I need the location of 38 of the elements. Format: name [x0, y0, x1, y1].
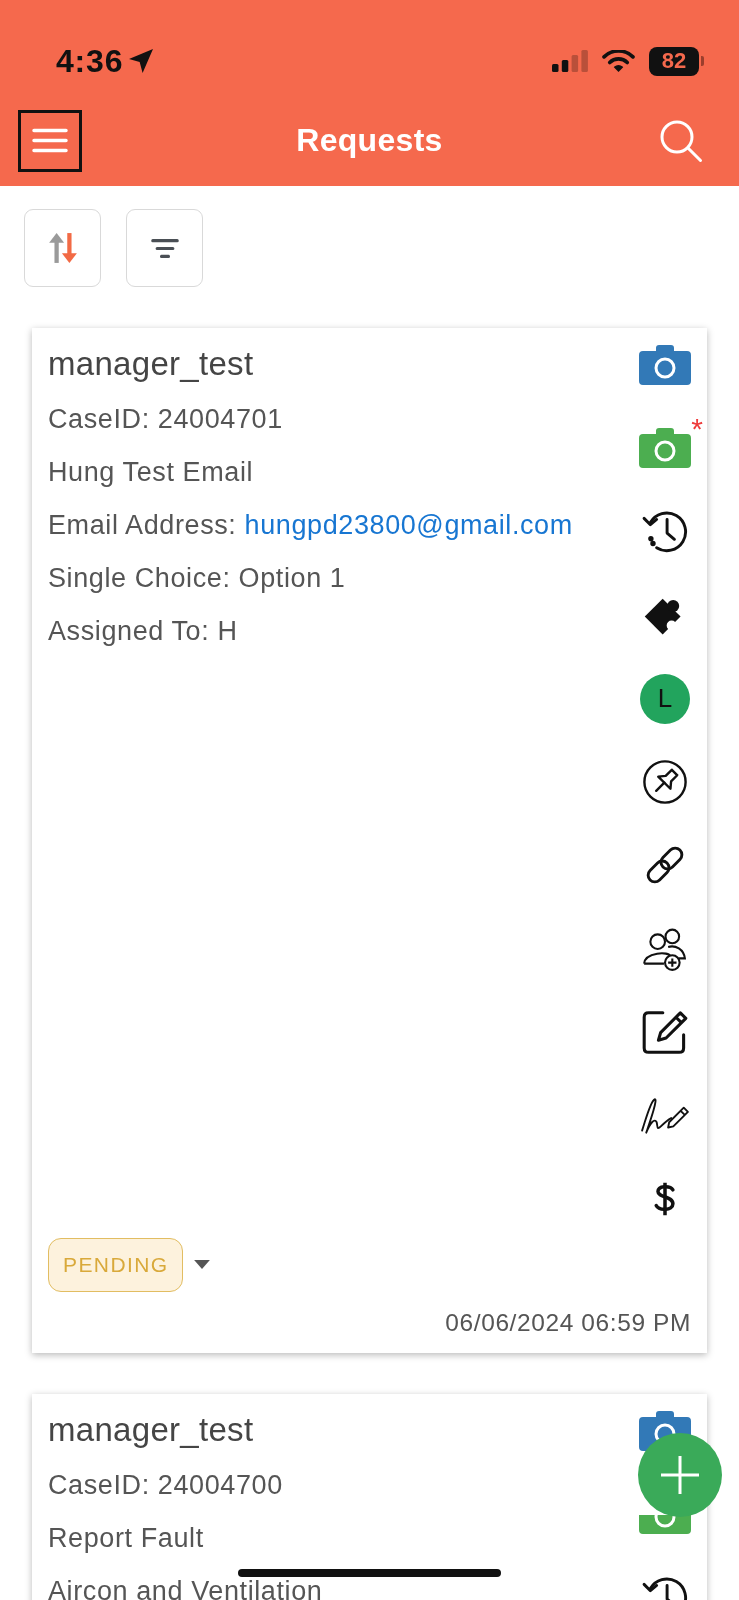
history-icon[interactable]	[642, 509, 688, 554]
required-mark: *	[691, 414, 703, 445]
status-time: 4:36	[56, 42, 124, 80]
page-title: Requests	[296, 122, 443, 159]
request-title: manager_test	[48, 1409, 254, 1450]
request-card[interactable]: manager_test CaseID: 24004700 Report Fault Aircon and Ventilation	[32, 1393, 707, 1600]
edit-icon[interactable]	[642, 1009, 688, 1056]
detail-text: CaseID: 24004701	[48, 406, 283, 433]
detail-text: CaseID: 24004700	[48, 1471, 283, 1499]
menu-button[interactable]	[18, 109, 82, 172]
sort-button[interactable]	[24, 209, 101, 287]
pin-icon[interactable]	[642, 758, 688, 805]
filter-icon[interactable]	[150, 237, 179, 259]
detail-text: Hung Test Email	[48, 459, 254, 486]
signature-icon[interactable]	[640, 1096, 690, 1135]
camera-icon[interactable]	[639, 1515, 691, 1535]
dollar-icon[interactable]	[653, 1180, 677, 1217]
detail-text: Report Fault	[48, 1524, 204, 1552]
request-date: 06/06/2024 06:59 PM	[445, 1307, 691, 1338]
camera-icon[interactable]	[639, 428, 691, 469]
request-card[interactable]: manager_test CaseID: 24004701 Hung Test Email Email Address: hungpd23800@gmail.com Single Choice: Option 1 Assigned To: H * L PENDING 06/06/2024 06:59 PM	[32, 328, 707, 1353]
signal-icon	[552, 50, 588, 72]
filter-button[interactable]	[126, 209, 203, 287]
location-arrow-icon	[129, 49, 154, 73]
plus-icon[interactable]	[660, 1455, 700, 1495]
detail-text: Single Choice: Option 1	[48, 565, 346, 592]
battery-indicator: 82	[649, 46, 704, 76]
sort-icon[interactable]	[47, 232, 78, 264]
email-link[interactable]: hungpd23800@gmail.com	[244, 510, 573, 540]
detail-text: Assigned To: H	[48, 618, 238, 645]
request-title: manager_test	[48, 344, 254, 384]
detail-text: Aircon and Ventilation	[48, 1577, 323, 1600]
search-icon[interactable]	[659, 118, 703, 163]
field-label: Email Address:	[48, 510, 237, 540]
camera-icon[interactable]	[639, 345, 691, 385]
wifi-icon	[602, 49, 635, 73]
caret-icon[interactable]	[194, 1260, 211, 1270]
assignee-avatar[interactable]: L	[640, 673, 690, 724]
